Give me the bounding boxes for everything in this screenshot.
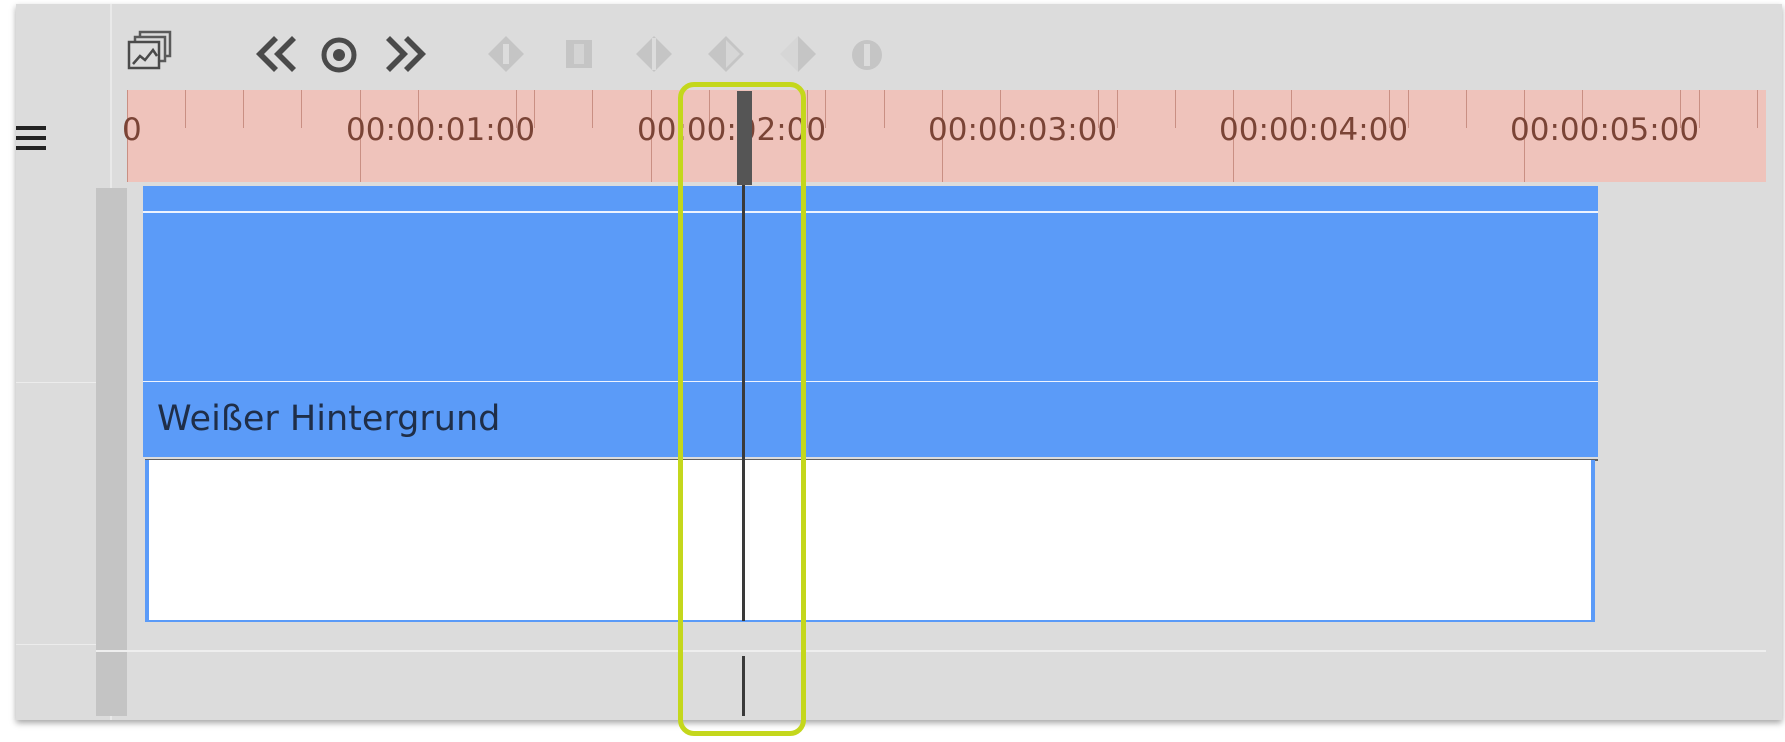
keyframe-hold-icon[interactable] xyxy=(564,38,594,70)
ruler-tick xyxy=(1408,90,1409,128)
keyframe-ease-out-icon[interactable] xyxy=(778,34,818,74)
ruler-tick xyxy=(243,90,244,128)
bottom-separator xyxy=(96,650,1766,652)
clip-divider-line xyxy=(143,381,1598,382)
clip-preview[interactable] xyxy=(145,460,1595,622)
ruler-label: 00:00:05:00 xyxy=(1510,112,1700,148)
ruler-label: 00:00:03:00 xyxy=(928,112,1118,148)
time-ruler[interactable]: 0 00:00:01:00 00:00:02:00 00:00:03:00 00… xyxy=(122,90,1766,182)
ruler-label: 0 xyxy=(122,112,142,148)
keyframe-in-icon[interactable] xyxy=(486,34,526,74)
keyframe-out-icon[interactable] xyxy=(850,38,884,72)
ruler-label: 00:00:04:00 xyxy=(1219,112,1409,148)
track-gutter xyxy=(96,188,127,716)
jump-next-icon[interactable] xyxy=(384,32,430,76)
ruler-tick xyxy=(592,90,593,128)
jump-previous-icon[interactable] xyxy=(252,32,298,76)
ruler-label: 00:00:01:00 xyxy=(346,112,536,148)
keyframe-both-icon[interactable] xyxy=(634,34,674,74)
ruler-tick xyxy=(301,90,302,128)
keyframe-ease-in-icon[interactable] xyxy=(706,34,746,74)
ruler-tick xyxy=(1466,90,1467,128)
ruler-tick xyxy=(1117,90,1118,128)
ruler-tick xyxy=(1699,90,1700,128)
bottom-gutter xyxy=(96,652,127,716)
clip-top-line xyxy=(143,211,1598,213)
image-sequence-icon[interactable] xyxy=(126,30,178,74)
playhead-highlight xyxy=(678,82,806,736)
hamburger-icon[interactable] xyxy=(16,126,46,152)
clip-title: Weißer Hintergrund xyxy=(157,399,501,439)
ruler-tick xyxy=(1757,90,1758,128)
ruler-tick xyxy=(1175,90,1176,128)
record-keyframe-icon[interactable] xyxy=(320,36,358,74)
timeline-toolbar xyxy=(16,4,1782,92)
ruler-tick xyxy=(185,90,186,128)
ruler-tick xyxy=(884,90,885,128)
